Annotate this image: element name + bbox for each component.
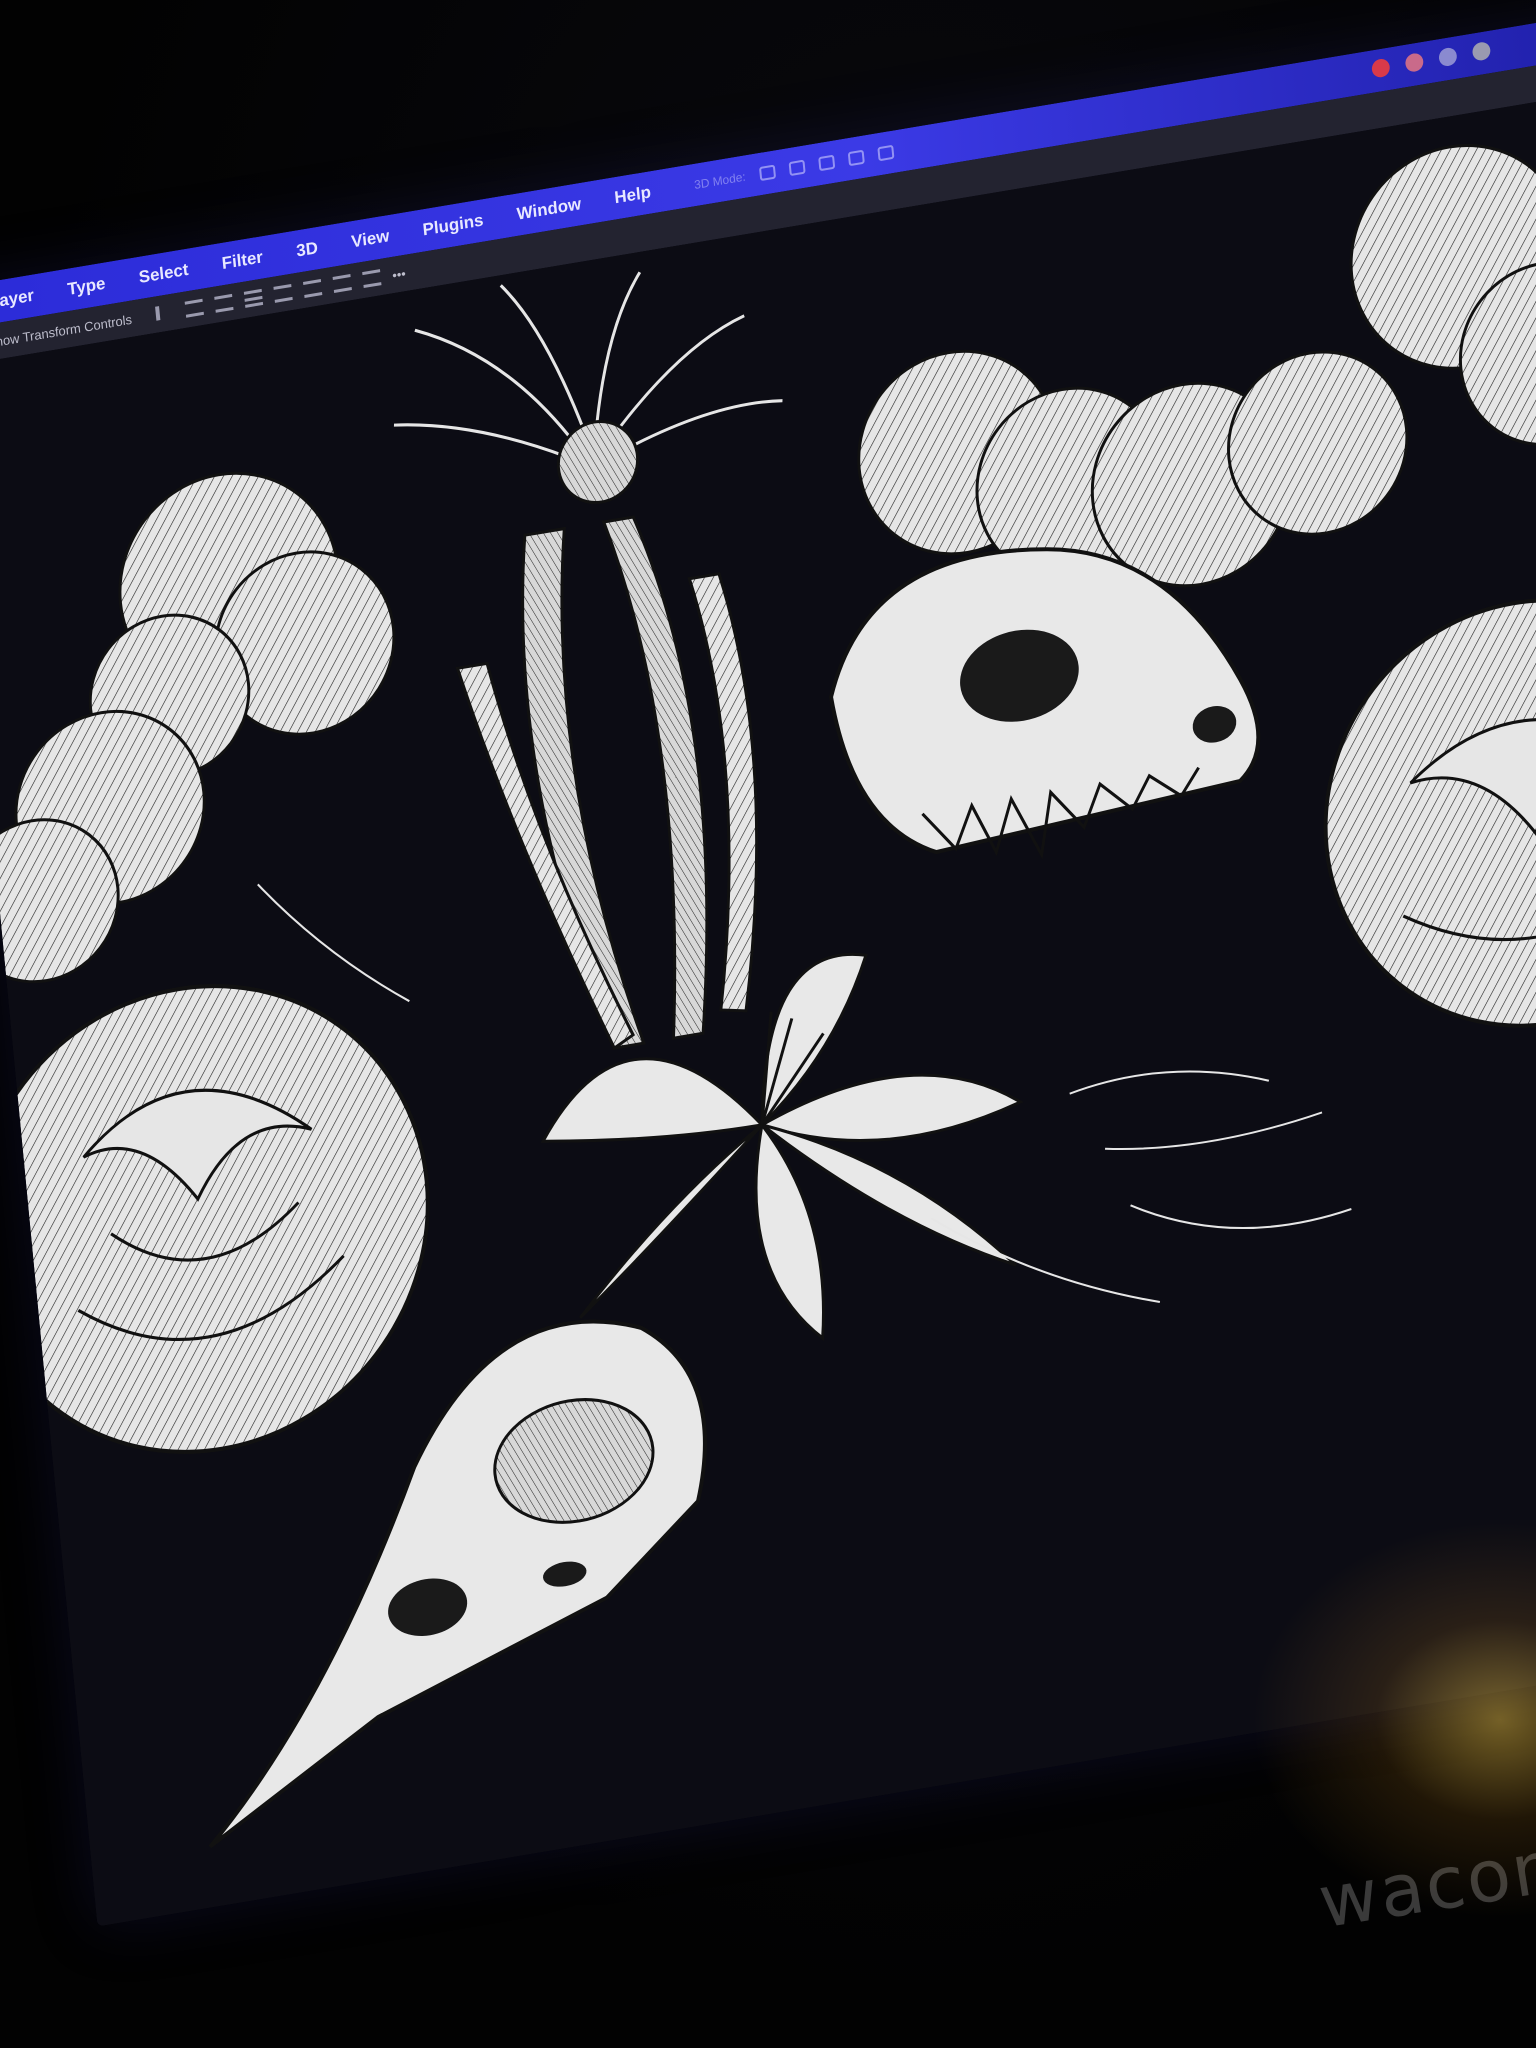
- roll-icon[interactable]: [788, 159, 806, 177]
- menu-window[interactable]: Window: [516, 194, 582, 225]
- align-top-icon[interactable]: [273, 284, 293, 303]
- menu-type[interactable]: Type: [67, 274, 107, 300]
- menu-3d[interactable]: 3D: [295, 238, 318, 262]
- system-status-icons: [1355, 40, 1492, 81]
- menu-select[interactable]: Select: [138, 260, 189, 288]
- menu-help[interactable]: Help: [614, 182, 652, 208]
- 3d-mode-label: 3D Mode:: [693, 169, 747, 193]
- photo-scene: ge Layer Type Select Filter 3D View Plug…: [0, 0, 1536, 2048]
- align-bottom-icon[interactable]: [332, 274, 352, 294]
- menu-filter[interactable]: Filter: [221, 247, 264, 274]
- align-left-icon[interactable]: [154, 304, 174, 323]
- wacom-logo: wacom: [1313, 1819, 1536, 1945]
- document-canvas[interactable]: [0, 87, 1536, 1927]
- align-right-icon[interactable]: [213, 293, 234, 313]
- distribute-vertical-icon[interactable]: [361, 269, 382, 289]
- align-center-icon[interactable]: [184, 298, 204, 318]
- align-middle-icon[interactable]: [302, 279, 322, 298]
- distribute-icon[interactable]: [243, 288, 263, 308]
- menu-layer[interactable]: Layer: [0, 286, 35, 313]
- monitor-screen: ge Layer Type Select Filter 3D View Plug…: [0, 9, 1536, 1927]
- extra-status-icon[interactable]: [1471, 40, 1492, 62]
- record-icon[interactable]: [1371, 57, 1391, 79]
- app-status-icon[interactable]: [1404, 52, 1425, 74]
- illustration-artwork: [0, 87, 1536, 1927]
- slide-icon[interactable]: [847, 149, 865, 167]
- more-options-button[interactable]: •••: [392, 265, 407, 282]
- menu-plugins[interactable]: Plugins: [422, 210, 484, 240]
- menu-view[interactable]: View: [350, 226, 390, 252]
- sync-icon[interactable]: [1438, 46, 1458, 68]
- drag-icon[interactable]: [817, 154, 836, 172]
- orbit-icon[interactable]: [758, 164, 776, 182]
- camera-icon[interactable]: [877, 144, 895, 162]
